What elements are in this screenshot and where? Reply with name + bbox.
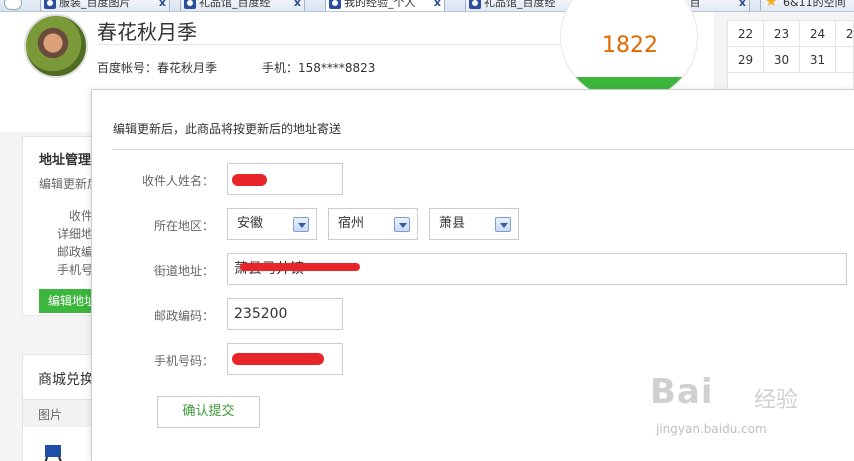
dialog-note: 编辑更新后，此商品将按更新后的地址寄送 [113, 122, 342, 136]
browser-tab[interactable]: ★ 6&11的空间 [760, 0, 854, 11]
address-field-label: 邮政编 [57, 245, 94, 259]
phone-label: 手机：158****8823 [262, 61, 376, 75]
points-value: 1822 [602, 33, 658, 58]
chevron-down-icon [495, 217, 511, 232]
close-icon[interactable]: x [294, 0, 301, 11]
recipient-name-input[interactable] [227, 163, 343, 195]
column-image: 图片 [38, 408, 63, 422]
address-panel: 地址管理 编辑更新后 收件 详细地 邮政编 手机号 编辑地址 [22, 136, 109, 316]
redaction-mark [232, 353, 324, 365]
account-label: 百度帐号：春花秋月季 [97, 61, 218, 75]
baidu-paw-icon [184, 0, 196, 9]
city-select[interactable]: 宿州 [328, 208, 418, 240]
close-icon[interactable]: x [159, 0, 166, 11]
avatar[interactable] [24, 14, 88, 78]
address-subtitle: 编辑更新后 [39, 177, 100, 191]
watermark-url: jingyan.baidu.com [656, 422, 767, 436]
divider [112, 149, 854, 150]
region-label: 所在地区： [153, 219, 214, 233]
close-icon[interactable]: x [739, 0, 746, 11]
calendar-day[interactable]: 30 [764, 47, 800, 73]
chevron-down-icon [293, 217, 309, 232]
county-select[interactable]: 萧县 [429, 208, 519, 240]
calendar: 22 23 24 25 29 30 31 [727, 20, 854, 96]
baidu-paw-icon [329, 0, 341, 9]
redaction-mark [240, 263, 360, 271]
baidu-paw-icon [44, 0, 56, 9]
tab-label: 我的经验_个人 [344, 0, 416, 9]
product-thumbnail[interactable] [39, 441, 79, 461]
street-address-input[interactable]: 萧县马井镇 [227, 253, 847, 285]
close-icon[interactable]: x [434, 0, 441, 11]
address-field-label: 收件 [69, 209, 94, 223]
redaction-mark [232, 174, 267, 186]
province-select[interactable]: 安徽 [227, 208, 317, 240]
baidu-logo: Bai [650, 372, 714, 412]
address-title: 地址管理 [39, 153, 92, 168]
mobile-input[interactable] [227, 343, 343, 375]
calendar-day[interactable]: 25 [836, 21, 854, 47]
tab-label: 礼品馆_百度经 [199, 0, 271, 9]
browser-tab[interactable]: 服装_百度图片 x [40, 0, 170, 11]
star-icon: ★ [765, 0, 778, 10]
address-field-label: 详细地 [57, 227, 94, 241]
calendar-day[interactable]: 29 [728, 47, 764, 73]
browser-tab-active[interactable]: 我的经验_个人 x [325, 0, 445, 11]
submit-button[interactable]: 确认提交 [157, 396, 260, 428]
browser-tab-bar: 服装_百度图片 x 礼品馆_百度经 x 我的经验_个人 x 礼品馆_百度经 x … [0, 0, 854, 12]
address-field-label: 手机号 [57, 263, 94, 277]
points-circle: 1822 [560, 0, 698, 102]
calendar-day[interactable] [836, 47, 854, 73]
county-value: 萧县 [439, 216, 466, 231]
calendar-day[interactable]: 24 [800, 21, 836, 47]
chevron-down-icon [394, 217, 410, 232]
jingyan-brand: 经验 [754, 388, 799, 413]
postcode-value: 235200 [234, 306, 288, 322]
username: 春花秋月季 [97, 20, 197, 44]
street-label: 街道地址： [153, 264, 214, 278]
city-value: 宿州 [338, 216, 365, 231]
tab-label: 礼品馆_百度经 [484, 0, 556, 9]
mobile-label: 手机号码： [153, 354, 214, 368]
calendar-day[interactable]: 31 [800, 47, 836, 73]
mall-title: 商城兑换 [38, 372, 94, 388]
cloud-icon[interactable] [4, 0, 22, 10]
name-label: 收件人姓名： [141, 174, 214, 188]
calendar-day[interactable]: 23 [764, 21, 800, 47]
postcode-input[interactable]: 235200 [227, 298, 343, 330]
tab-label: 服装_百度图片 [59, 0, 131, 9]
tab-label: 6&11的空间 [783, 0, 846, 9]
province-value: 安徽 [237, 216, 264, 231]
baidu-jingyan-watermark: Bai 经验 jingyan.baidu.com [650, 370, 840, 450]
mall-panel: 商城兑换 图片 [22, 354, 103, 461]
divider [97, 44, 567, 45]
baidu-paw-icon [469, 0, 481, 9]
postcode-label: 邮政编码： [153, 309, 214, 323]
calendar-day[interactable]: 22 [728, 21, 764, 47]
browser-tab[interactable]: 礼品馆_百度经 x [180, 0, 305, 11]
